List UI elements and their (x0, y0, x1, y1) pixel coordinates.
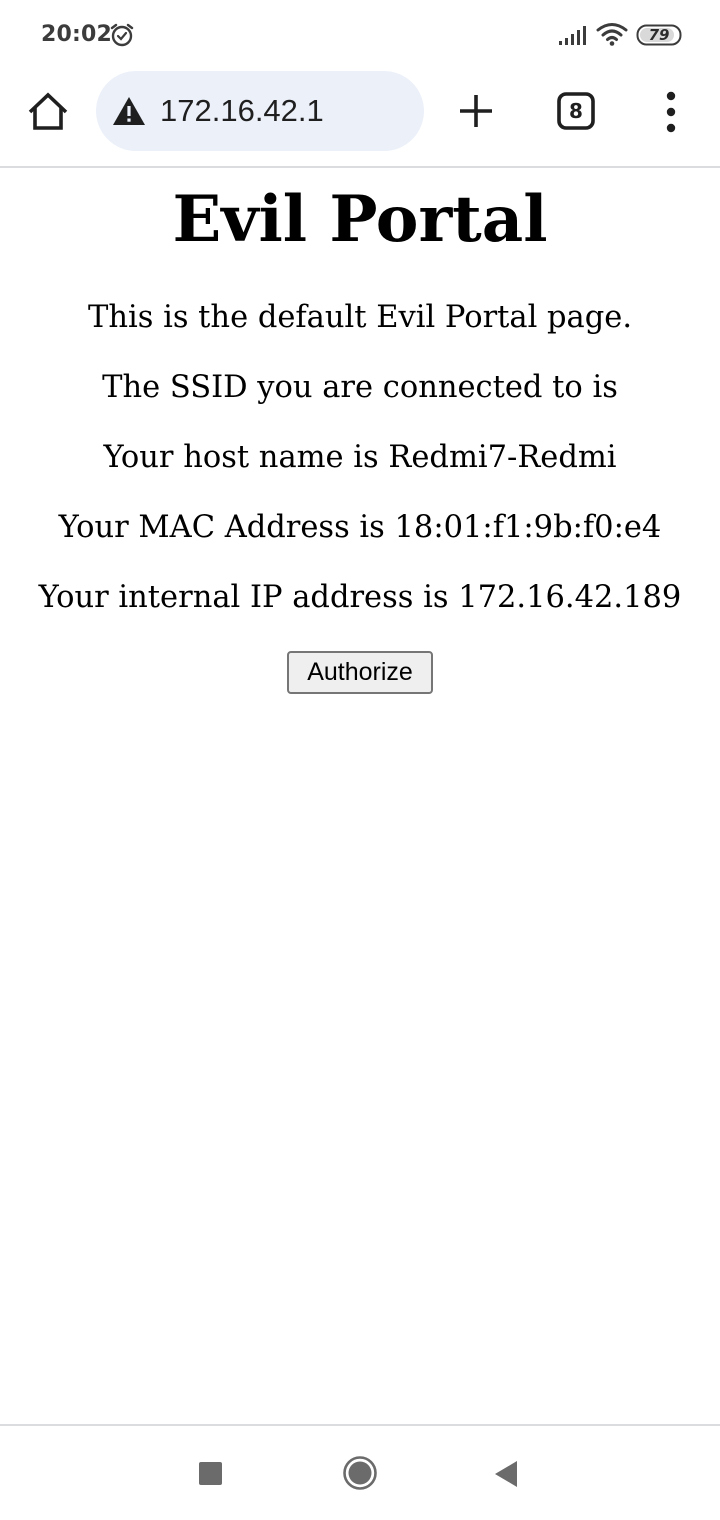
page-title: Evil Portal (172, 182, 548, 257)
address-bar[interactable]: 172.16.42.1 (96, 71, 424, 151)
more-vert-icon[interactable] (656, 90, 686, 134)
tab-switcher-button[interactable]: 8 (556, 91, 596, 131)
tab-count: 8 (569, 99, 583, 123)
url-text[interactable]: 172.16.42.1 (160, 93, 324, 129)
battery-level: 79 (648, 26, 670, 44)
home-circle-icon[interactable] (342, 1455, 378, 1491)
recents-icon[interactable] (199, 1462, 222, 1485)
warning-icon[interactable] (112, 96, 146, 126)
status-bar: 20:02 79 (0, 0, 720, 70)
plus-icon[interactable] (456, 91, 496, 131)
alarm-icon (110, 23, 134, 47)
host-name-text: Your host name is Redmi7-Redmi (103, 440, 617, 475)
status-time: 20:02 (41, 22, 113, 47)
mac-address-text: Your MAC Address is 18:01:f1:9b:f0:e4 (58, 510, 662, 545)
authorize-button[interactable]: Authorize (287, 651, 433, 694)
home-icon[interactable] (26, 90, 70, 134)
intro-text: This is the default Evil Portal page. (87, 300, 633, 335)
browser-toolbar: 172.16.42.1 8 (0, 70, 720, 168)
ssid-text: The SSID you are connected to is (102, 370, 618, 405)
back-icon[interactable] (494, 1460, 518, 1488)
wifi-icon (596, 23, 628, 46)
ip-address-text: Your internal IP address is 172.16.42.18… (38, 580, 682, 615)
signal-icon (559, 26, 586, 45)
system-nav-bar (0, 1424, 720, 1520)
